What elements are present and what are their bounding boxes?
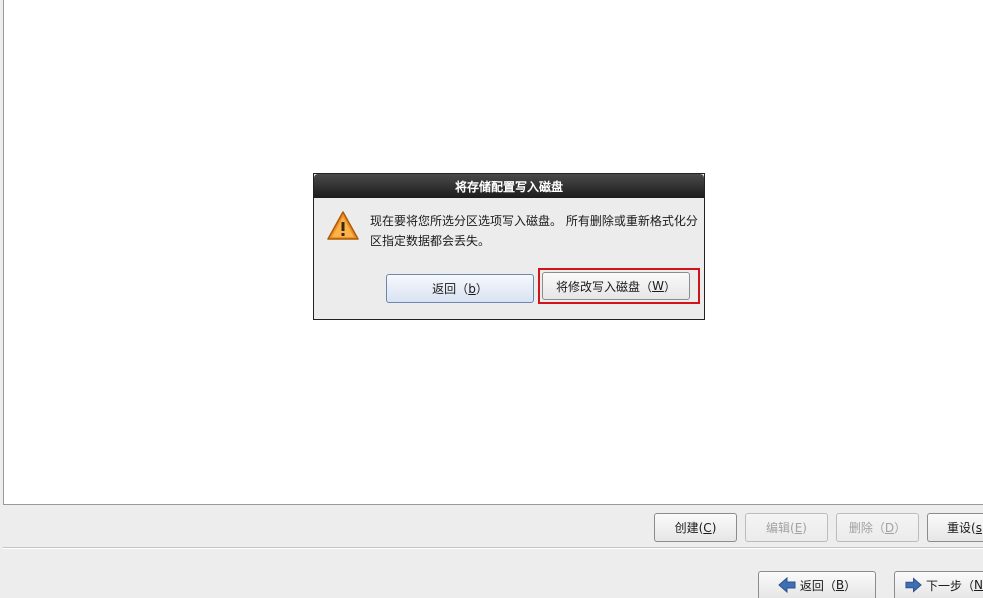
- nav-back-mnemonic: B: [835, 578, 845, 592]
- dialog-back-button[interactable]: 返回（ b）: [386, 274, 534, 303]
- dialog-back-suffix: ）: [475, 282, 488, 296]
- reset-button[interactable]: 重设(s: [927, 513, 983, 542]
- delete-label: 删除（: [848, 521, 885, 535]
- nav-next-label: 下一步（: [926, 578, 975, 593]
- edit-suffix: ): [802, 520, 807, 535]
- nav-next-mnemonic: N: [974, 578, 983, 592]
- dialog-message: 现在要将您所选分区选项写入磁盘。 所有删除或重新格式化分区指定数据都会丢失。: [370, 214, 698, 248]
- nav-back-label: 返回（: [799, 578, 836, 593]
- arrow-left-icon: [778, 577, 796, 593]
- write-changes-label: 将修改写入磁盘（: [556, 279, 653, 294]
- nav-next-button[interactable]: 下一步（ N: [894, 571, 983, 598]
- nav-back-button[interactable]: 返回（ B）: [758, 571, 876, 598]
- edit-mnemonic: E: [794, 520, 803, 535]
- nav-back-suffix: ）: [844, 578, 857, 593]
- write-to-disk-dialog: 将存储配置写入磁盘 现在要将您所选分区选项写入磁盘。 所有删除或重新格式化分区指…: [313, 173, 705, 320]
- delete-button[interactable]: 删除（ D）: [836, 513, 919, 542]
- delete-suffix: ）: [894, 521, 907, 535]
- separator: [3, 547, 983, 549]
- edit-label: 编辑(: [766, 521, 795, 535]
- warning-icon: [327, 211, 359, 240]
- reset-label: 重设(: [947, 521, 976, 535]
- create-mnemonic: C: [703, 520, 712, 535]
- edit-button[interactable]: 编辑(E): [745, 513, 828, 542]
- create-button[interactable]: 创建(C): [654, 513, 737, 542]
- write-changes-mnemonic: W: [652, 279, 664, 293]
- write-changes-button[interactable]: 将修改写入磁盘（ W）: [542, 272, 690, 300]
- reset-mnemonic: s: [975, 520, 982, 535]
- create-label: 创建(: [674, 521, 704, 535]
- arrow-right-icon: [905, 577, 922, 593]
- delete-mnemonic: D: [884, 520, 895, 535]
- create-suffix: ): [711, 520, 717, 535]
- dialog-back-mnemonic: b: [468, 281, 476, 296]
- dialog-title: 将存储配置写入磁盘: [314, 174, 704, 198]
- dialog-back-label: 返回（: [432, 282, 469, 296]
- write-changes-suffix: ）: [663, 279, 676, 294]
